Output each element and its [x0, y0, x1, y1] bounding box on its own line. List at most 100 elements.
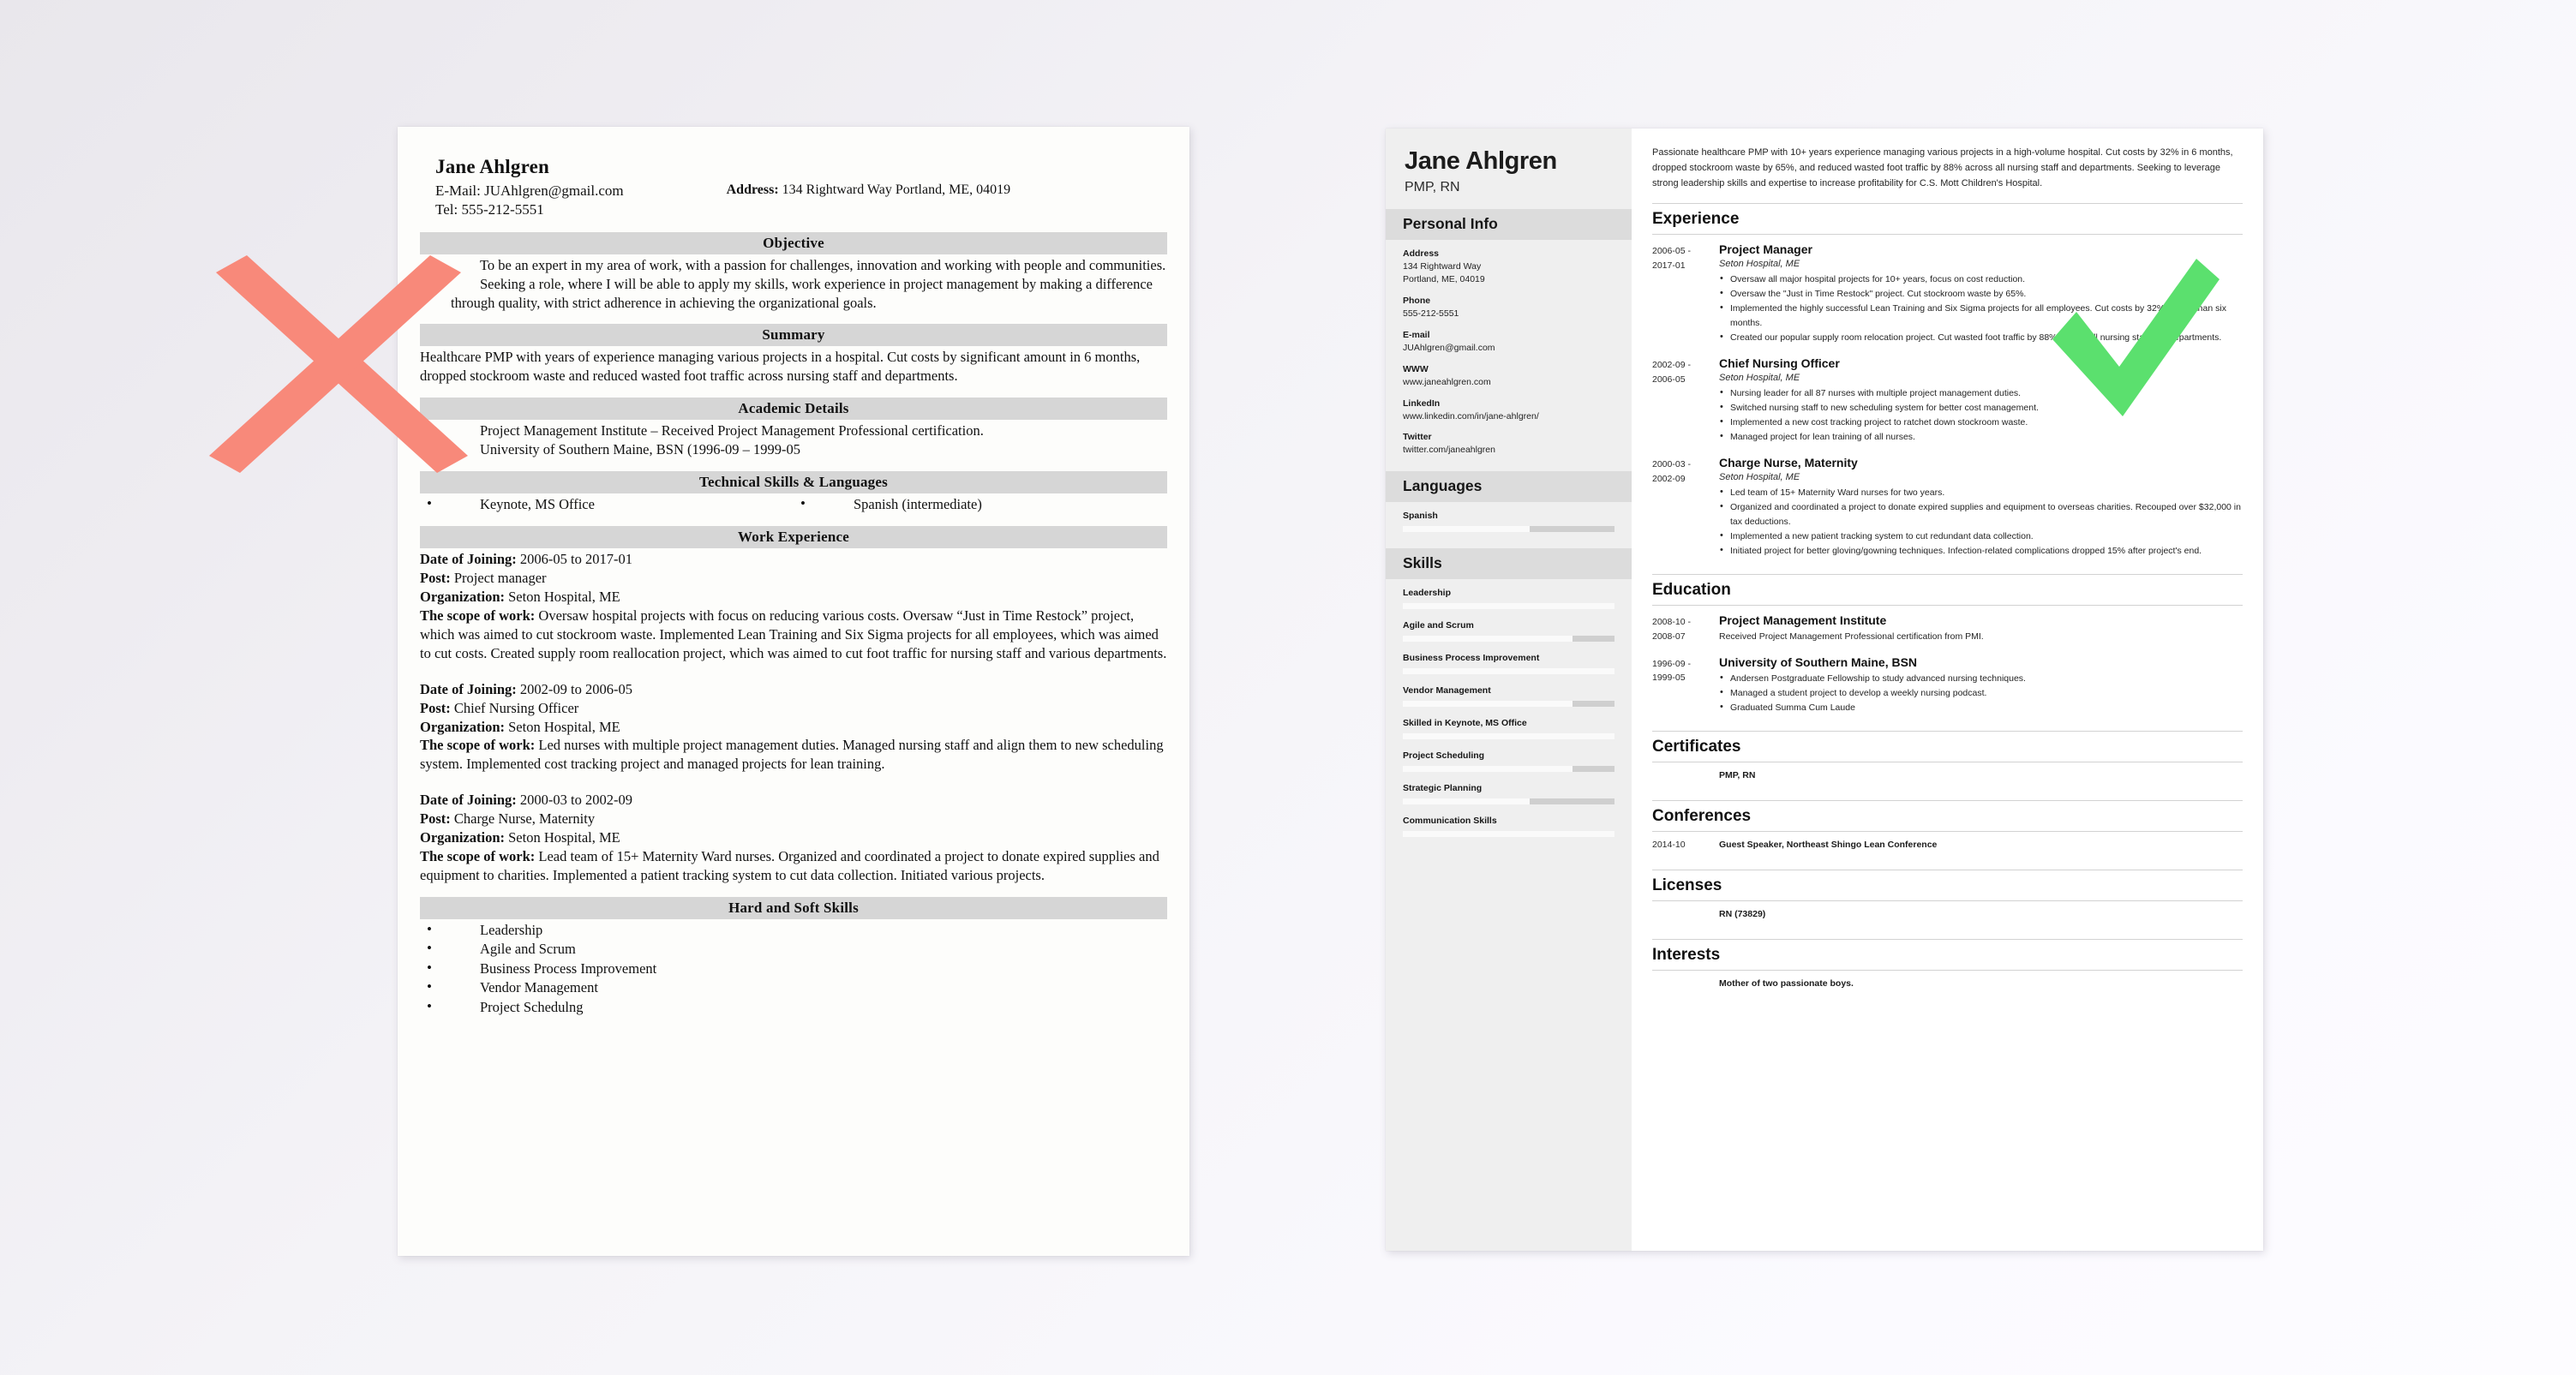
bad-work-date-value: 2000-03 to 2002-09	[519, 792, 632, 809]
bad-work-org-label: Organization:	[420, 718, 505, 735]
bad-resume-address-value: 134 Rightward Way Portland, ME, 04019	[782, 182, 1011, 197]
list-item: Implemented the highly successful Lean T…	[1719, 301, 2243, 331]
list-item: Implemented a new patient tracking syste…	[1719, 529, 2243, 544]
good-section-education: Education 2008-10 - 2008-07 Project Mana…	[1652, 574, 2243, 718]
good-section-interests: Interests Mother of two passionate boys.	[1652, 938, 2243, 996]
good-field-value: 555-212-5551	[1403, 308, 1459, 319]
good-entry-title: Charge Nurse, Maternity	[1719, 456, 1858, 470]
list-item: Project Schedulng	[420, 997, 1167, 1017]
good-field-label: Address	[1403, 248, 1440, 259]
good-resume-sidebar: Jane Ahlgren PMP, RN Personal Info Addre…	[1386, 129, 1632, 1251]
bad-section-title-hardsoft: Hard and Soft Skills	[420, 897, 1167, 920]
bad-hardsoft-item-text: Agile and Scrum	[480, 941, 576, 958]
skill-bar-fill	[1403, 526, 1531, 533]
good-section-title-interests: Interests	[1652, 938, 2243, 971]
good-field-label: Twitter	[1403, 432, 1432, 443]
bad-academic-item-text: University of Southern Maine, BSN (1996-…	[480, 441, 800, 458]
list-item: Led team of 15+ Maternity Ward nurses fo…	[1719, 485, 2243, 500]
bad-work-entry: Date of Joining: 2002-09 to 2006-05 Post…	[420, 680, 1167, 774]
good-section-experience: Experience 2006-05 - 2017-01 Project Man…	[1652, 203, 2243, 562]
good-skill-label: Agile and Scrum	[1403, 620, 1474, 631]
list-item: Keynote, MS Office	[420, 494, 794, 514]
list-item: Nursing leader for all 87 nurses with mu…	[1719, 386, 2243, 401]
bad-work-post-value: Charge Nurse, Maternity	[453, 810, 596, 828]
good-section-licenses: Licenses RN (73829)	[1652, 869, 2243, 927]
bad-hardsoft-list: Leadership Agile and Scrum Business Proc…	[420, 920, 1167, 1017]
bad-work-scope-label: The scope of work:	[420, 848, 536, 865]
good-education-entry: 1996-09 - 1999-05 University of Southern…	[1652, 648, 2243, 719]
good-entry-title: Project Manager	[1719, 242, 1812, 257]
bad-work-post-value: Chief Nursing Officer	[453, 699, 579, 716]
list-item: Andersen Postgraduate Fellowship to stud…	[1719, 671, 2243, 686]
good-experience-entry: 2006-05 - 2017-01 Project Manager Seton …	[1652, 235, 2243, 349]
list-item: Organized and coordinated a project to d…	[1719, 499, 2243, 529]
skill-bar-track	[1403, 526, 1614, 533]
bad-academic-item-text: Project Management Institute – Received …	[480, 421, 984, 439]
good-education-entry: 2008-10 - 2008-07 Project Management Ins…	[1652, 606, 2243, 647]
good-section-title-experience: Experience	[1652, 203, 2243, 236]
list-item: Project Management Institute – Received …	[420, 421, 1167, 440]
bad-work-post-label: Post:	[420, 569, 451, 586]
list-item: Spanish (intermediate)	[794, 494, 1167, 514]
list-item: Initiated project for better gloving/gow…	[1719, 543, 2243, 559]
bad-resume-contact-header: E-Mail: JUAhlgren@gmail.com Tel: 555-212…	[435, 182, 1167, 220]
good-field-www[interactable]: WWW www.janeahlgren.com	[1403, 364, 1614, 389]
good-section-title-languages: Languages	[1386, 471, 1632, 503]
bad-section-title-work: Work Experience	[420, 526, 1167, 549]
skill-bar-track	[1403, 733, 1614, 740]
skill-bar-track	[1403, 831, 1614, 838]
good-section-title-personal-info: Personal Info	[1386, 209, 1632, 240]
good-row-date: 2014-10	[1652, 839, 1686, 850]
good-license-row: RN (73829)	[1652, 901, 2243, 927]
skill-bar-fill	[1403, 668, 1614, 675]
bad-technical-col-right: Spanish (intermediate)	[794, 494, 1167, 514]
good-row-text: Guest Speaker, Northeast Shingo Lean Con…	[1719, 839, 1938, 850]
bad-hardsoft-item-text: Vendor Management	[480, 979, 598, 996]
good-row-text: Mother of two passionate boys.	[1719, 977, 1854, 989]
bad-work-org-value: Seton Hospital, ME	[508, 718, 620, 735]
good-field-value[interactable]: www.linkedin.com/in/jane-ahlgren/	[1403, 410, 1614, 423]
list-item: Agile and Scrum	[420, 939, 1167, 959]
good-row-date	[1652, 978, 1719, 989]
good-skill-label: Leadership	[1403, 588, 1452, 599]
good-field-value: 134 Rightward Way Portland, ME, 04019	[1403, 261, 1485, 284]
good-field-twitter[interactable]: Twitter twitter.com/janeahlgren	[1403, 432, 1614, 457]
bad-work-date-label: Date of Joining:	[420, 680, 517, 697]
bad-work-date-label: Date of Joining:	[420, 551, 517, 568]
bad-resume-tel: Tel: 555-212-5551	[435, 201, 544, 218]
bad-academic-list: Project Management Institute – Received …	[420, 421, 1167, 459]
bad-technical-right-text: Spanish (intermediate)	[854, 495, 982, 512]
good-entry-title: Chief Nursing Officer	[1719, 356, 1840, 371]
bad-summary-text: Healthcare PMP with years of experience …	[420, 349, 1141, 384]
list-item: Seeking a role, where I will be able to …	[420, 274, 1167, 312]
good-resume-document: Jane Ahlgren PMP, RN Personal Info Addre…	[1386, 129, 2263, 1251]
good-entry-title: University of Southern Maine, BSN	[1719, 655, 1918, 669]
bad-section-title-objective: Objective	[420, 231, 1167, 254]
list-item: Managed project for lean training of all…	[1719, 429, 2243, 445]
bad-work-scope-label: The scope of work:	[420, 737, 536, 754]
good-section-title-skills: Skills	[1386, 548, 1632, 580]
good-language-spanish: Spanish	[1403, 511, 1614, 533]
good-entry-org: Seton Hospital, ME	[1719, 373, 1800, 384]
skill-bar-fill	[1403, 733, 1614, 740]
good-row-date	[1652, 770, 1719, 780]
good-section-title-education: Education	[1652, 574, 2243, 607]
skill-bar-fill	[1403, 636, 1573, 643]
skill-bar-track	[1403, 636, 1614, 643]
good-resume-summary: Passionate healthcare PMP with 10+ years…	[1652, 147, 2233, 188]
good-field-value[interactable]: www.janeahlgren.com	[1403, 376, 1614, 389]
good-field-label: Phone	[1403, 295, 1431, 306]
bad-work-post-label: Post:	[420, 810, 451, 828]
good-field-value[interactable]: twitter.com/janeahlgren	[1403, 444, 1614, 457]
bad-technical-left-text: Keynote, MS Office	[480, 495, 595, 512]
good-field-linkedin[interactable]: LinkedIn www.linkedin.com/in/jane-ahlgre…	[1403, 398, 1614, 423]
good-resume-name-block: Jane Ahlgren PMP, RN	[1386, 129, 1632, 209]
good-personal-info-body: Address 134 Rightward Way Portland, ME, …	[1386, 240, 1632, 471]
good-section-certificates: Certificates PMP, RN	[1652, 730, 2243, 788]
good-section-title-certificates: Certificates	[1652, 730, 2243, 762]
bad-section-title-academic: Academic Details	[420, 397, 1167, 420]
list-item: Switched nursing staff to new scheduling…	[1719, 400, 2243, 415]
skill-bar-track	[1403, 798, 1614, 805]
list-item: To be an expert in my area of work, with…	[420, 255, 1167, 275]
